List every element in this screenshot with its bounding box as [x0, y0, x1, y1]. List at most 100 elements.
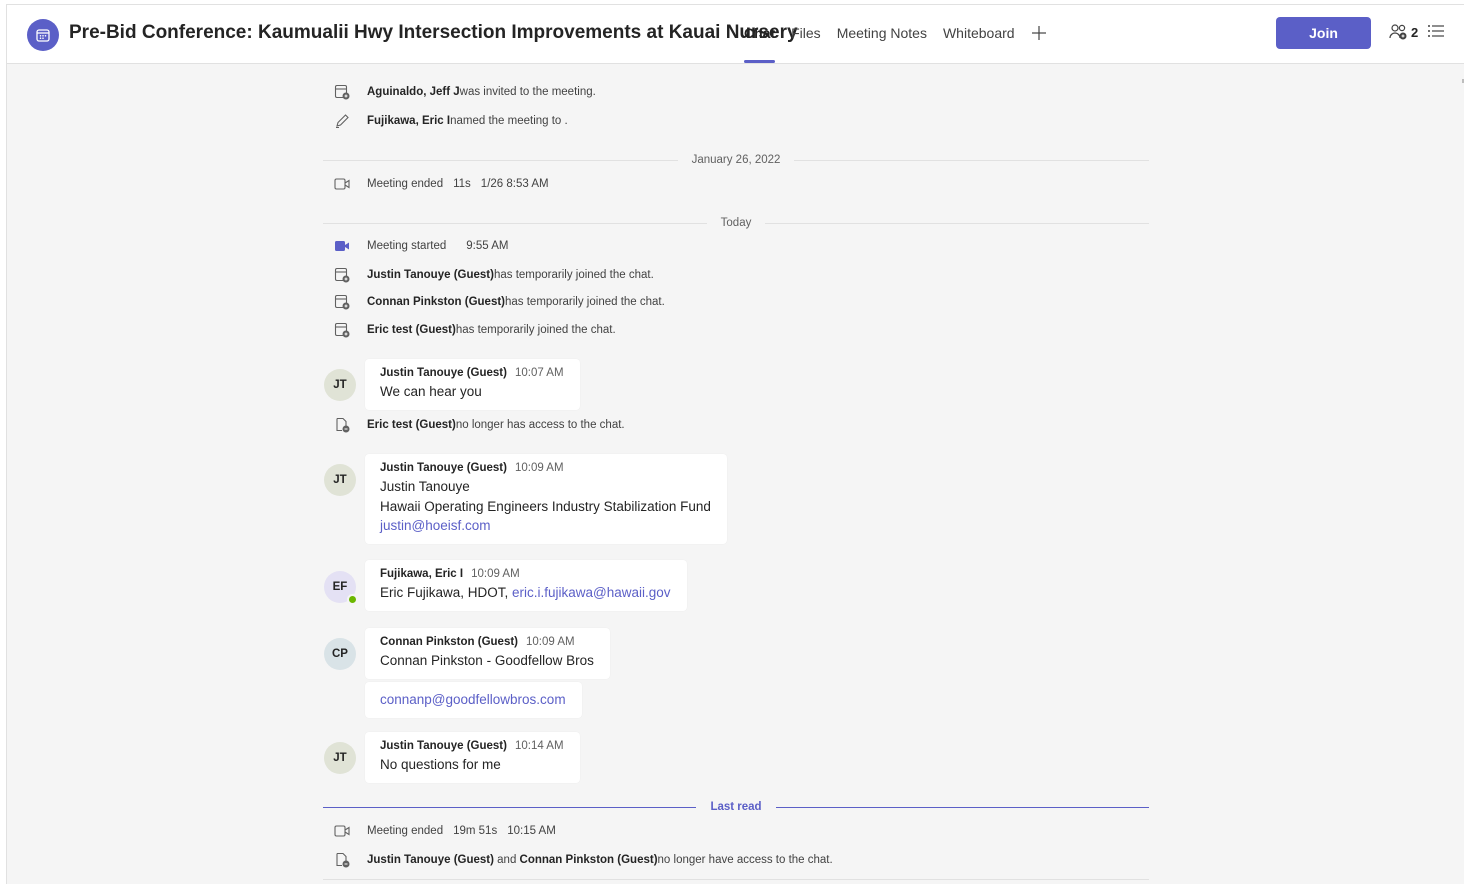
event-person: Fujikawa, Eric I	[367, 115, 451, 127]
meeting-title: Pre-Bid Conference: Kaumualii Hwy Inters…	[69, 22, 798, 43]
sender-name: Connan Pinkston (Guest)	[380, 636, 518, 648]
event-text: Meeting ended	[367, 178, 444, 190]
meeting-header: Pre-Bid Conference: Kaumualii Hwy Inters…	[7, 5, 1464, 64]
message-meta: Justin Tanouye (Guest) 10:07 AM	[380, 367, 564, 379]
message-text: Justin Tanouye	[380, 479, 470, 494]
message-time: 10:14 AM	[514, 740, 564, 752]
video-camera-icon	[331, 822, 353, 840]
message-meta: Connan Pinkston (Guest) 10:09 AM	[380, 636, 594, 648]
system-event: Fujikawa, Eric I named the meeting to .	[327, 112, 568, 130]
avatar-initials: EF	[332, 581, 348, 593]
message-time: 10:09 AM	[471, 568, 520, 580]
meeting-duration: 11s	[453, 178, 471, 190]
message-meta: Justin Tanouye (Guest) 10:09 AM	[380, 462, 711, 474]
list-view-icon[interactable]	[1427, 23, 1445, 44]
email-link[interactable]: connanp@goodfellowbros.com	[380, 692, 566, 707]
tab-meeting-notes[interactable]: Meeting Notes	[837, 25, 927, 63]
message-text: We can hear you	[380, 384, 482, 399]
calendar-meeting-icon	[27, 19, 59, 51]
calendar-add-icon	[331, 321, 353, 339]
people-icon	[1389, 24, 1407, 40]
message-meta: Justin Tanouye (Guest) 10:14 AM	[380, 740, 564, 752]
add-tab-icon[interactable]	[1031, 25, 1047, 63]
system-event: Eric test (Guest) has temporarily joined…	[327, 321, 616, 339]
message-bubble[interactable]: Justin Tanouye (Guest) 10:07 AM We can he…	[365, 359, 580, 410]
system-event: Meeting ended 19m 51s 10:15 AM	[327, 822, 556, 840]
message-text: Connan Pinkston - Goodfellow Bros	[380, 653, 594, 668]
calendar-add-icon	[331, 83, 353, 101]
participants-button[interactable]: 2	[1389, 23, 1418, 41]
event-text: and	[493, 854, 520, 866]
event-person: Connan Pinkston (Guest)	[519, 854, 658, 866]
message-meta: Fujikawa, Eric I 10:09 AM	[380, 568, 671, 580]
event-text: no longer have access to the chat.	[657, 854, 833, 866]
message-time: 10:09 AM	[526, 636, 575, 648]
event-person: Justin Tanouye (Guest)	[367, 269, 494, 281]
event-person: Eric test (Guest)	[367, 419, 456, 431]
event-text: no longer has access to the chat.	[455, 419, 625, 431]
email-link[interactable]: eric.i.fujikawa@hawaii.gov	[512, 585, 671, 600]
avatar[interactable]: EF	[324, 571, 358, 605]
avatar[interactable]: JT	[324, 369, 356, 401]
avatar[interactable]: JT	[324, 464, 356, 496]
avatar[interactable]: CP	[324, 638, 356, 670]
last-read-divider: Last read	[323, 799, 1150, 815]
event-person: Eric test (Guest)	[367, 324, 456, 336]
tab-whiteboard[interactable]: Whiteboard	[943, 25, 1015, 63]
message-bubble[interactable]: Justin Tanouye (Guest) 10:14 AM No questi…	[365, 732, 580, 783]
event-text: was invited to the meeting.	[459, 86, 596, 98]
document-remove-icon	[331, 416, 353, 434]
date-divider: January 26, 2022	[323, 152, 1149, 168]
event-text: has temporarily joined the chat.	[505, 296, 665, 308]
message-text: No questions for me	[380, 757, 501, 772]
system-event: Justin Tanouye (Guest) has temporarily j…	[327, 266, 654, 284]
tab-chat[interactable]: Chat	[744, 25, 776, 63]
event-text: has temporarily joined the chat.	[455, 324, 616, 336]
participant-count: 2	[1411, 24, 1419, 40]
avatar[interactable]: JT	[324, 742, 356, 774]
event-person: Connan Pinkston (Guest)	[367, 296, 505, 308]
email-link[interactable]: justin@hoeisf.com	[380, 518, 491, 533]
date-divider: Today	[323, 215, 1149, 231]
message-bubble[interactable]: Justin Tanouye (Guest) 10:09 AM Justin Ta…	[365, 454, 727, 544]
message-bubble[interactable]: Connan Pinkston (Guest) 10:09 AM Connan P…	[365, 628, 610, 679]
presence-available-icon	[347, 594, 358, 605]
sender-name: Justin Tanouye (Guest)	[380, 462, 507, 474]
tab-bar: Chat Files Meeting Notes Whiteboard	[744, 25, 1047, 63]
system-event: Eric test (Guest) no longer has access t…	[327, 416, 625, 434]
video-camera-icon	[331, 175, 353, 193]
date-label: Today	[720, 217, 752, 229]
event-text: named the meeting to .	[450, 115, 568, 127]
event-text: Meeting started	[367, 240, 447, 252]
event-person: Aguinaldo, Jeff J	[367, 86, 460, 98]
scrollbar[interactable]	[1462, 79, 1464, 83]
event-person: Justin Tanouye (Guest)	[367, 854, 494, 866]
bottom-divider	[323, 871, 1149, 884]
meeting-chat-window: Pre-Bid Conference: Kaumualii Hwy Inters…	[6, 4, 1464, 884]
sender-name: Justin Tanouye (Guest)	[380, 740, 507, 752]
message-text: Eric Fujikawa, HDOT,	[380, 585, 513, 600]
date-label: January 26, 2022	[691, 154, 781, 166]
calendar-add-icon	[331, 266, 353, 284]
event-text: has temporarily joined the chat.	[493, 269, 654, 281]
event-text: Meeting ended	[367, 825, 444, 837]
message-bubble[interactable]: connanp@goodfellowbros.com	[365, 682, 582, 718]
last-read-label: Last read	[710, 801, 762, 813]
sender-name: Justin Tanouye (Guest)	[380, 367, 507, 379]
message-time: 10:09 AM	[514, 462, 564, 474]
calendar-add-icon	[331, 293, 353, 311]
tab-files[interactable]: Files	[791, 25, 821, 63]
message-bubble[interactable]: Fujikawa, Eric I 10:09 AM Eric Fujikawa, …	[365, 560, 687, 611]
meeting-duration: 19m 51s	[453, 825, 498, 837]
event-time: 10:15 AM	[507, 825, 556, 837]
document-remove-icon	[331, 851, 353, 869]
system-event: Justin Tanouye (Guest) and Connan Pinkst…	[327, 851, 833, 869]
chat-thread[interactable]: Aguinaldo, Jeff J was invited to the mee…	[7, 65, 1464, 884]
join-button[interactable]: Join	[1276, 17, 1371, 49]
event-time: 1/26 8:53 AM	[480, 178, 549, 190]
system-event: Connan Pinkston (Guest) has temporarily …	[327, 293, 665, 311]
event-time: 9:55 AM	[466, 240, 509, 252]
pencil-icon	[331, 112, 353, 130]
message-text: Hawaii Operating Engineers Industry Stab…	[380, 498, 711, 514]
message-time: 10:07 AM	[514, 367, 564, 379]
